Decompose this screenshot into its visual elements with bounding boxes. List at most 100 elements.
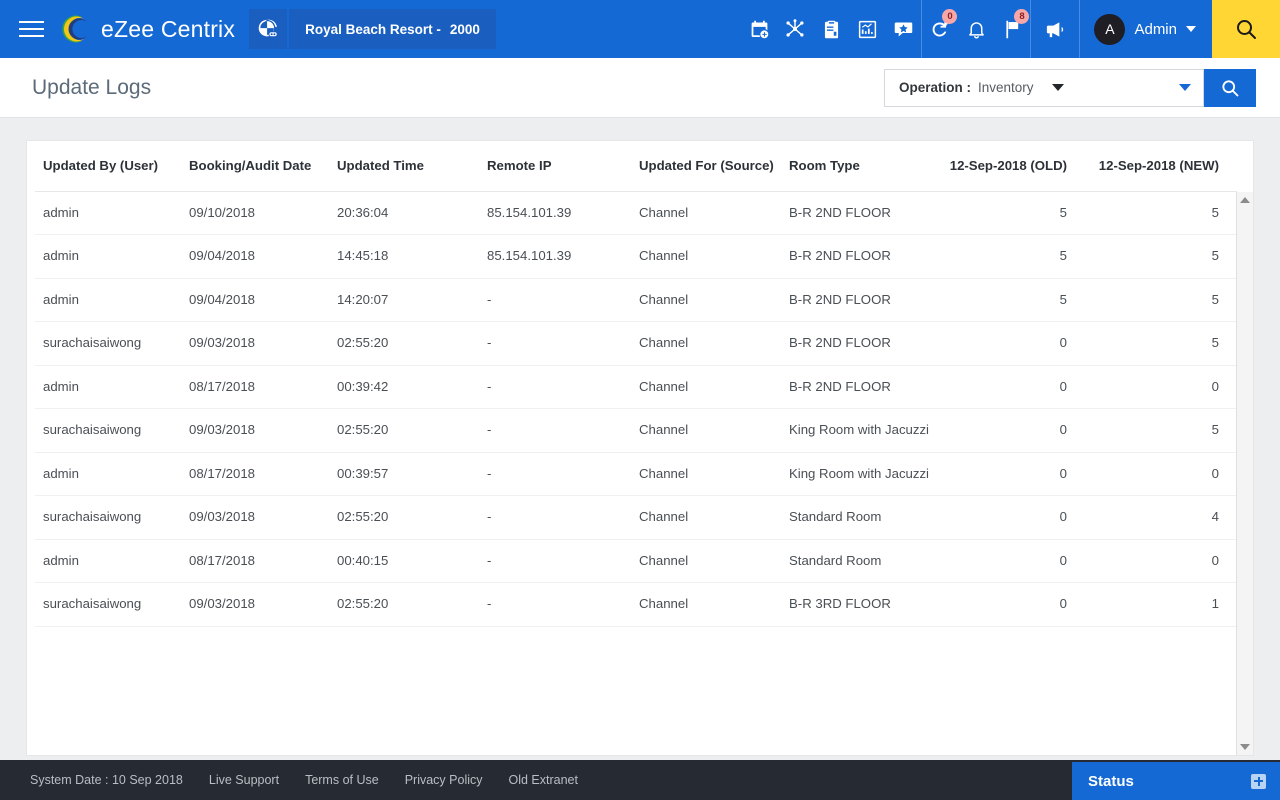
cell-updated-for: Channel — [639, 582, 789, 627]
global-search-button[interactable] — [1212, 0, 1280, 58]
dropdown-chevron-down-icon[interactable] — [1179, 84, 1191, 91]
table-row[interactable]: surachaisaiwong 09/03/2018 02:55:20- Channe… — [35, 582, 1237, 627]
bell-icon[interactable] — [958, 0, 994, 58]
review-star-icon[interactable] — [885, 0, 921, 58]
table-row[interactable]: surachaisaiwong 09/03/2018 02:55:20- Channe… — [35, 408, 1237, 453]
cell-new-value: 0 — [1085, 365, 1237, 410]
update-logs-body-table: admin 09/10/2018 20:36:04 85.154.101.39 Chan… — [35, 191, 1237, 627]
table-row[interactable]: surachaisaiwong 09/03/2018 02:55:20- Channe… — [35, 495, 1237, 540]
scroll-up-arrow-icon[interactable] — [1240, 196, 1250, 203]
col-header-old-value[interactable]: 12-Sep-2018 (OLD) — [939, 141, 1085, 192]
footer-link-terms-of-use[interactable]: Terms of Use — [305, 773, 379, 787]
search-submit-button[interactable] — [1204, 68, 1256, 107]
col-header-new-value[interactable]: 12-Sep-2018 (NEW) — [1085, 141, 1237, 192]
status-panel[interactable]: Status — [1072, 762, 1280, 800]
user-menu[interactable]: A Admin — [1080, 0, 1212, 58]
flag-badge: 8 — [1014, 9, 1030, 24]
footer-bar: System Date : 10 Sep 2018 Live Support T… — [0, 760, 1280, 800]
cell-room-type: B-R 2ND FLOOR — [789, 278, 939, 323]
cell-updated-for: Channel — [639, 408, 789, 453]
footer-link-old-extranet[interactable]: Old Extranet — [509, 773, 578, 787]
col-header-updated-for[interactable]: Updated For (Source) — [639, 141, 789, 192]
chart-icon[interactable] — [849, 0, 885, 58]
cell-updated-by: admin — [35, 452, 189, 497]
table-header-wrap: Updated By (User) Booking/Audit Date Upd… — [27, 141, 1253, 192]
globe-link-icon[interactable] — [249, 9, 288, 49]
calendar-add-icon[interactable] — [741, 0, 777, 58]
brand-logo-area[interactable]: eZee Centrix — [62, 0, 249, 58]
cell-remote-ip: - — [487, 495, 639, 540]
cell-booking-date: 09/03/2018 — [189, 495, 337, 540]
cell-room-type: Standard Room — [789, 539, 939, 584]
property-selector[interactable]: Royal Beach Resort - 2000 — [249, 9, 496, 49]
cell-old-value: 5 — [939, 191, 1085, 236]
cell-updated-for: Channel — [639, 234, 789, 279]
col-header-updated-by[interactable]: Updated By (User) — [35, 141, 189, 192]
cell-remote-ip: 85.154.101.39 — [487, 234, 639, 279]
cell-remote-ip: - — [487, 408, 639, 453]
cell-updated-by: surachaisaiwong — [35, 582, 189, 627]
property-name-chip[interactable]: Royal Beach Resort - 2000 — [289, 9, 496, 49]
cell-booking-date: 09/04/2018 — [189, 234, 337, 279]
cell-booking-date: 08/17/2018 — [189, 365, 337, 410]
cell-booking-date: 09/03/2018 — [189, 408, 337, 453]
cell-old-value: 0 — [939, 321, 1085, 366]
col-header-room-type[interactable]: Room Type — [789, 141, 939, 192]
cell-updated-for: Channel — [639, 365, 789, 410]
cell-updated-time: 14:45:18 — [337, 234, 487, 279]
cell-room-type: B-R 2ND FLOOR — [789, 191, 939, 236]
hamburger-menu-icon[interactable] — [0, 0, 62, 58]
cell-updated-by: admin — [35, 234, 189, 279]
table-scroll-region[interactable]: admin 09/10/2018 20:36:04 85.154.101.39 Chan… — [27, 191, 1253, 755]
table-row[interactable]: admin 08/17/2018 00:40:15- Channel Standard … — [35, 539, 1237, 584]
table-row[interactable]: admin 09/10/2018 20:36:04 85.154.101.39 Chan… — [35, 191, 1237, 236]
table-row[interactable]: admin 08/17/2018 00:39:42- Channel B-R 2ND F… — [35, 365, 1237, 410]
expand-plus-icon[interactable] — [1251, 773, 1266, 789]
cell-updated-time: 14:20:07 — [337, 278, 487, 323]
cell-new-value: 5 — [1085, 234, 1237, 279]
cell-remote-ip: - — [487, 539, 639, 584]
history-revert-icon[interactable]: 0 — [922, 0, 958, 58]
cell-booking-date: 08/17/2018 — [189, 539, 337, 584]
table-row[interactable]: admin 09/04/2018 14:20:07- Channel B-R 2ND F… — [35, 278, 1237, 323]
clipboard-icon[interactable] — [813, 0, 849, 58]
cell-old-value: 0 — [939, 495, 1085, 540]
cell-remote-ip: - — [487, 582, 639, 627]
scroll-down-arrow-icon[interactable] — [1240, 744, 1250, 750]
cell-new-value: 5 — [1085, 408, 1237, 453]
operation-select[interactable]: Operation : Inventory — [884, 68, 1204, 107]
cell-updated-by: admin — [35, 365, 189, 410]
update-logs-header-table: Updated By (User) Booking/Audit Date Upd… — [35, 141, 1237, 192]
flag-icon[interactable]: 8 — [994, 0, 1030, 58]
footer-link-privacy-policy[interactable]: Privacy Policy — [405, 773, 483, 787]
megaphone-icon[interactable] — [1031, 0, 1079, 58]
avatar: A — [1094, 13, 1126, 45]
footer-link-live-support[interactable]: Live Support — [209, 773, 279, 787]
table-row[interactable]: surachaisaiwong 09/03/2018 02:55:20- Channe… — [35, 321, 1237, 366]
table-row[interactable]: admin 08/17/2018 00:39:57- Channel King Room… — [35, 452, 1237, 497]
cell-old-value: 5 — [939, 278, 1085, 323]
cell-updated-by: admin — [35, 191, 189, 236]
cell-room-type: King Room with Jacuzzi — [789, 408, 939, 453]
page-header: Update Logs Operation : Inventory — [0, 58, 1280, 118]
col-header-booking-date[interactable]: Booking/Audit Date — [189, 141, 337, 192]
cell-new-value: 5 — [1085, 278, 1237, 323]
cell-updated-by: admin — [35, 278, 189, 323]
cell-old-value: 0 — [939, 582, 1085, 627]
cell-updated-time: 00:39:57 — [337, 452, 487, 497]
cell-remote-ip: - — [487, 452, 639, 497]
cell-room-type: King Room with Jacuzzi — [789, 452, 939, 497]
vertical-scrollbar[interactable] — [1236, 191, 1253, 755]
table-row[interactable]: admin 09/04/2018 14:45:18 85.154.101.39 Chan… — [35, 234, 1237, 279]
cell-new-value: 0 — [1085, 539, 1237, 584]
col-header-updated-time[interactable]: Updated Time — [337, 141, 487, 192]
cell-old-value: 5 — [939, 234, 1085, 279]
alert-icon-group: 0 8 — [921, 0, 1032, 58]
cell-room-type: Standard Room — [789, 495, 939, 540]
col-header-remote-ip[interactable]: Remote IP — [487, 141, 639, 192]
channel-network-icon[interactable] — [777, 0, 813, 58]
cell-updated-time: 02:55:20 — [337, 582, 487, 627]
cell-updated-by: surachaisaiwong — [35, 495, 189, 540]
table-body-wrap: admin 09/10/2018 20:36:04 85.154.101.39 Chan… — [27, 191, 1253, 627]
chevron-down-icon — [1186, 26, 1196, 32]
